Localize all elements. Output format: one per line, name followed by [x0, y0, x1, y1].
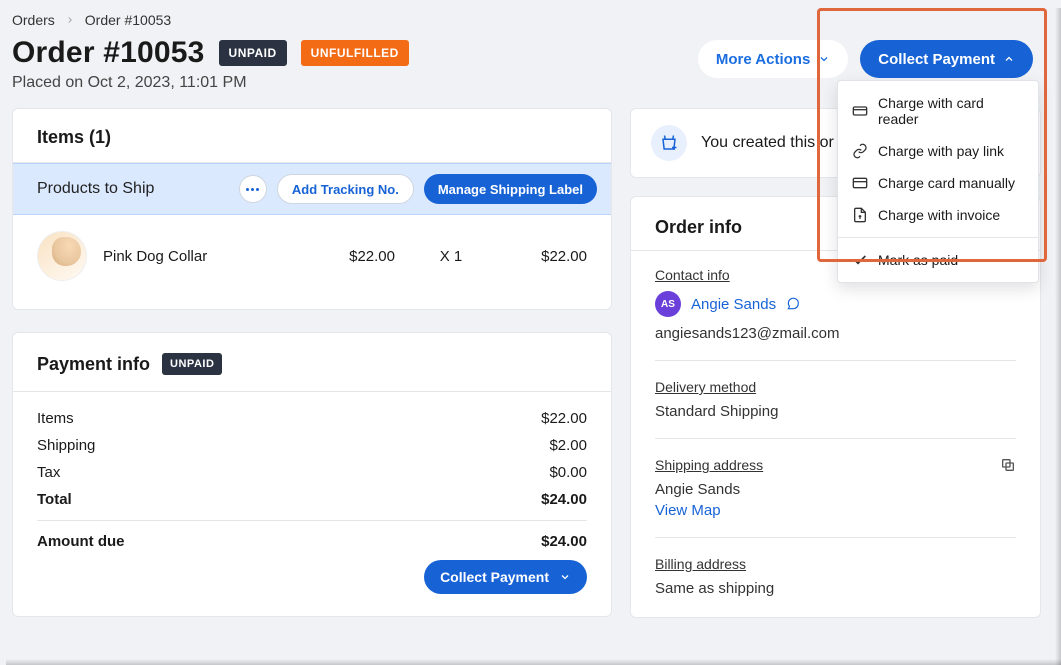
breadcrumb: Orders Order #10053	[12, 12, 1041, 28]
dd-label: Mark as paid	[878, 252, 958, 268]
unpaid-badge: UNPAID	[219, 40, 287, 66]
card-manual-icon	[852, 175, 868, 191]
line-due-label: Amount due	[37, 533, 125, 550]
screenshot-shadow	[6, 659, 1061, 665]
line-total-label: Total	[37, 491, 72, 508]
line-shipping-value: $2.00	[549, 437, 587, 454]
chevron-up-icon	[1003, 53, 1015, 65]
collect-payment-dropdown: Charge with card reader Charge with pay …	[837, 80, 1039, 283]
items-card: Items (1) Products to Ship Add Tracking …	[12, 108, 612, 310]
shipping-address-name: Angie Sands	[655, 481, 763, 498]
product-line-total: $22.00	[507, 248, 587, 265]
collect-payment-label-2: Collect Payment	[440, 569, 549, 585]
dd-charge-card-manually[interactable]: Charge card manually	[838, 167, 1038, 199]
contact-email: angiesands123@zmail.com	[655, 325, 1016, 342]
chevron-down-icon	[559, 571, 571, 583]
info-divider-2	[655, 438, 1016, 439]
payment-unpaid-badge: UNPAID	[162, 353, 222, 375]
dd-label: Charge with card reader	[878, 95, 1024, 127]
card-reader-icon	[852, 103, 868, 119]
more-icon-button[interactable]	[239, 175, 267, 203]
notification-text: You created this or	[701, 134, 834, 152]
invoice-icon	[852, 207, 868, 223]
dd-mark-as-paid[interactable]: Mark as paid	[838, 244, 1038, 276]
collect-payment-label: Collect Payment	[878, 51, 995, 68]
dd-charge-with-invoice[interactable]: Charge with invoice	[838, 199, 1038, 231]
info-divider-1	[655, 360, 1016, 361]
products-to-ship-row: Products to Ship Add Tracking No. Manage…	[13, 163, 611, 215]
chevron-right-icon	[65, 15, 75, 25]
delivery-method-label: Delivery method	[655, 379, 1016, 395]
dd-charge-card-reader[interactable]: Charge with card reader	[838, 87, 1038, 135]
view-map-link[interactable]: View Map	[655, 502, 763, 519]
line-items-value: $22.00	[541, 410, 587, 427]
product-thumbnail	[37, 231, 87, 281]
shipping-address-label: Shipping address	[655, 457, 763, 473]
avatar: AS	[655, 291, 681, 317]
payment-info-card: Payment info UNPAID Items $22.00 Shipping…	[12, 332, 612, 617]
add-tracking-button[interactable]: Add Tracking No.	[277, 174, 414, 204]
line-due-value: $24.00	[541, 533, 587, 550]
copy-icon[interactable]	[1000, 457, 1016, 473]
chat-icon[interactable]	[786, 297, 800, 311]
payment-divider	[37, 520, 587, 521]
dd-label: Charge with invoice	[878, 207, 1000, 223]
dropdown-divider	[838, 237, 1038, 238]
payment-info-title: Payment info	[37, 354, 150, 375]
chevron-down-icon	[818, 53, 830, 65]
bag-plus-icon	[651, 125, 687, 161]
dd-charge-pay-link[interactable]: Charge with pay link	[838, 135, 1038, 167]
screenshot-shadow	[1055, 8, 1061, 665]
dd-label: Charge with pay link	[878, 143, 1004, 159]
collect-payment-button-2[interactable]: Collect Payment	[424, 560, 587, 594]
billing-address-label: Billing address	[655, 556, 1016, 572]
line-total-value: $24.00	[541, 491, 587, 508]
collect-payment-button[interactable]: Collect Payment	[860, 40, 1033, 78]
delivery-method-value: Standard Shipping	[655, 403, 1016, 420]
more-actions-button[interactable]: More Actions	[698, 40, 848, 78]
pay-link-icon	[852, 143, 868, 159]
line-items-label: Items	[37, 410, 74, 427]
items-header: Items (1)	[13, 109, 611, 163]
info-divider-3	[655, 537, 1016, 538]
product-qty: X 1	[411, 248, 491, 265]
products-to-ship-label: Products to Ship	[27, 180, 154, 198]
check-icon	[852, 252, 868, 268]
ellipsis-icon	[246, 188, 259, 191]
dd-label: Charge card manually	[878, 175, 1015, 191]
breadcrumb-current: Order #10053	[85, 12, 171, 28]
line-tax-label: Tax	[37, 464, 60, 481]
manage-shipping-label-button[interactable]: Manage Shipping Label	[424, 174, 597, 204]
product-name: Pink Dog Collar	[103, 248, 299, 265]
product-row: Pink Dog Collar $22.00 X 1 $22.00	[13, 215, 611, 309]
billing-address-value: Same as shipping	[655, 580, 1016, 597]
unfulfilled-badge: UNFULFILLED	[301, 40, 409, 66]
contact-name-link[interactable]: Angie Sands	[691, 296, 776, 313]
breadcrumb-root[interactable]: Orders	[12, 12, 55, 28]
line-tax-value: $0.00	[549, 464, 587, 481]
page-title: Order #10053	[12, 36, 205, 70]
more-actions-label: More Actions	[716, 51, 810, 68]
product-unit-price: $22.00	[315, 248, 395, 265]
line-shipping-label: Shipping	[37, 437, 95, 454]
